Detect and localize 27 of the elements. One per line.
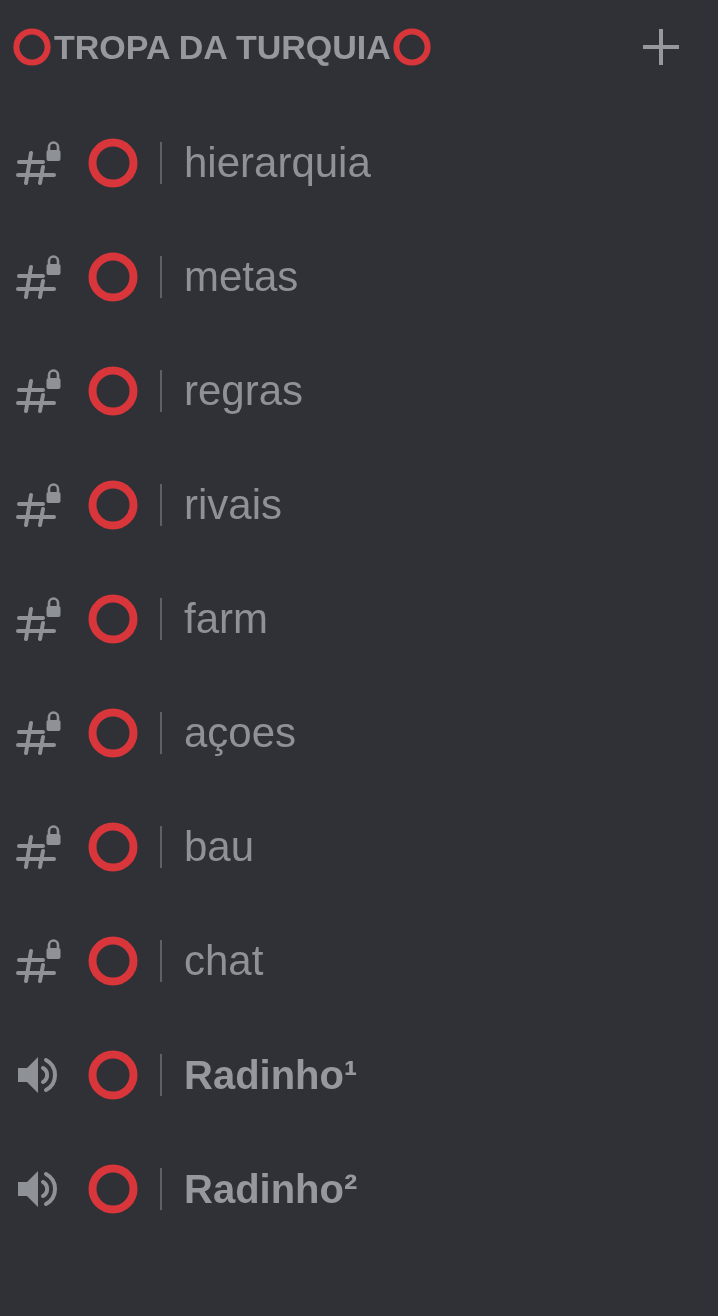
- channel-name[interactable]: hierarquia: [184, 142, 371, 184]
- speaker-icon: [16, 1055, 60, 1095]
- plus-icon: [641, 27, 681, 67]
- add-channel-button[interactable]: [640, 26, 682, 68]
- ring-icon: [88, 1164, 138, 1214]
- channel-name[interactable]: Radinho²: [184, 1169, 358, 1209]
- ring-icon: [88, 252, 138, 302]
- ring-icon: [88, 1050, 138, 1100]
- channel-name[interactable]: farm: [184, 598, 268, 640]
- ring-icon: [392, 28, 431, 66]
- ring-icon: [88, 936, 138, 986]
- category-title[interactable]: TROPA DA TURQUIA: [54, 30, 391, 64]
- channel-name[interactable]: regras: [184, 370, 304, 412]
- speaker-icon: [16, 1169, 60, 1209]
- ring-icon: [88, 138, 138, 188]
- channel-name[interactable]: Radinho¹: [184, 1055, 358, 1095]
- ring-icon: [88, 366, 138, 416]
- channel-name[interactable]: rivais: [184, 484, 282, 526]
- channel-name[interactable]: chat: [184, 940, 264, 982]
- ring-icon: [88, 480, 138, 530]
- ring-icon: [13, 28, 51, 66]
- channel-name[interactable]: metas: [184, 256, 299, 298]
- channel-name[interactable]: açoes: [184, 712, 297, 754]
- channel-name[interactable]: bau: [184, 826, 255, 868]
- ring-icon: [88, 594, 138, 644]
- ring-icon: [88, 708, 138, 758]
- ring-icon: [88, 822, 138, 872]
